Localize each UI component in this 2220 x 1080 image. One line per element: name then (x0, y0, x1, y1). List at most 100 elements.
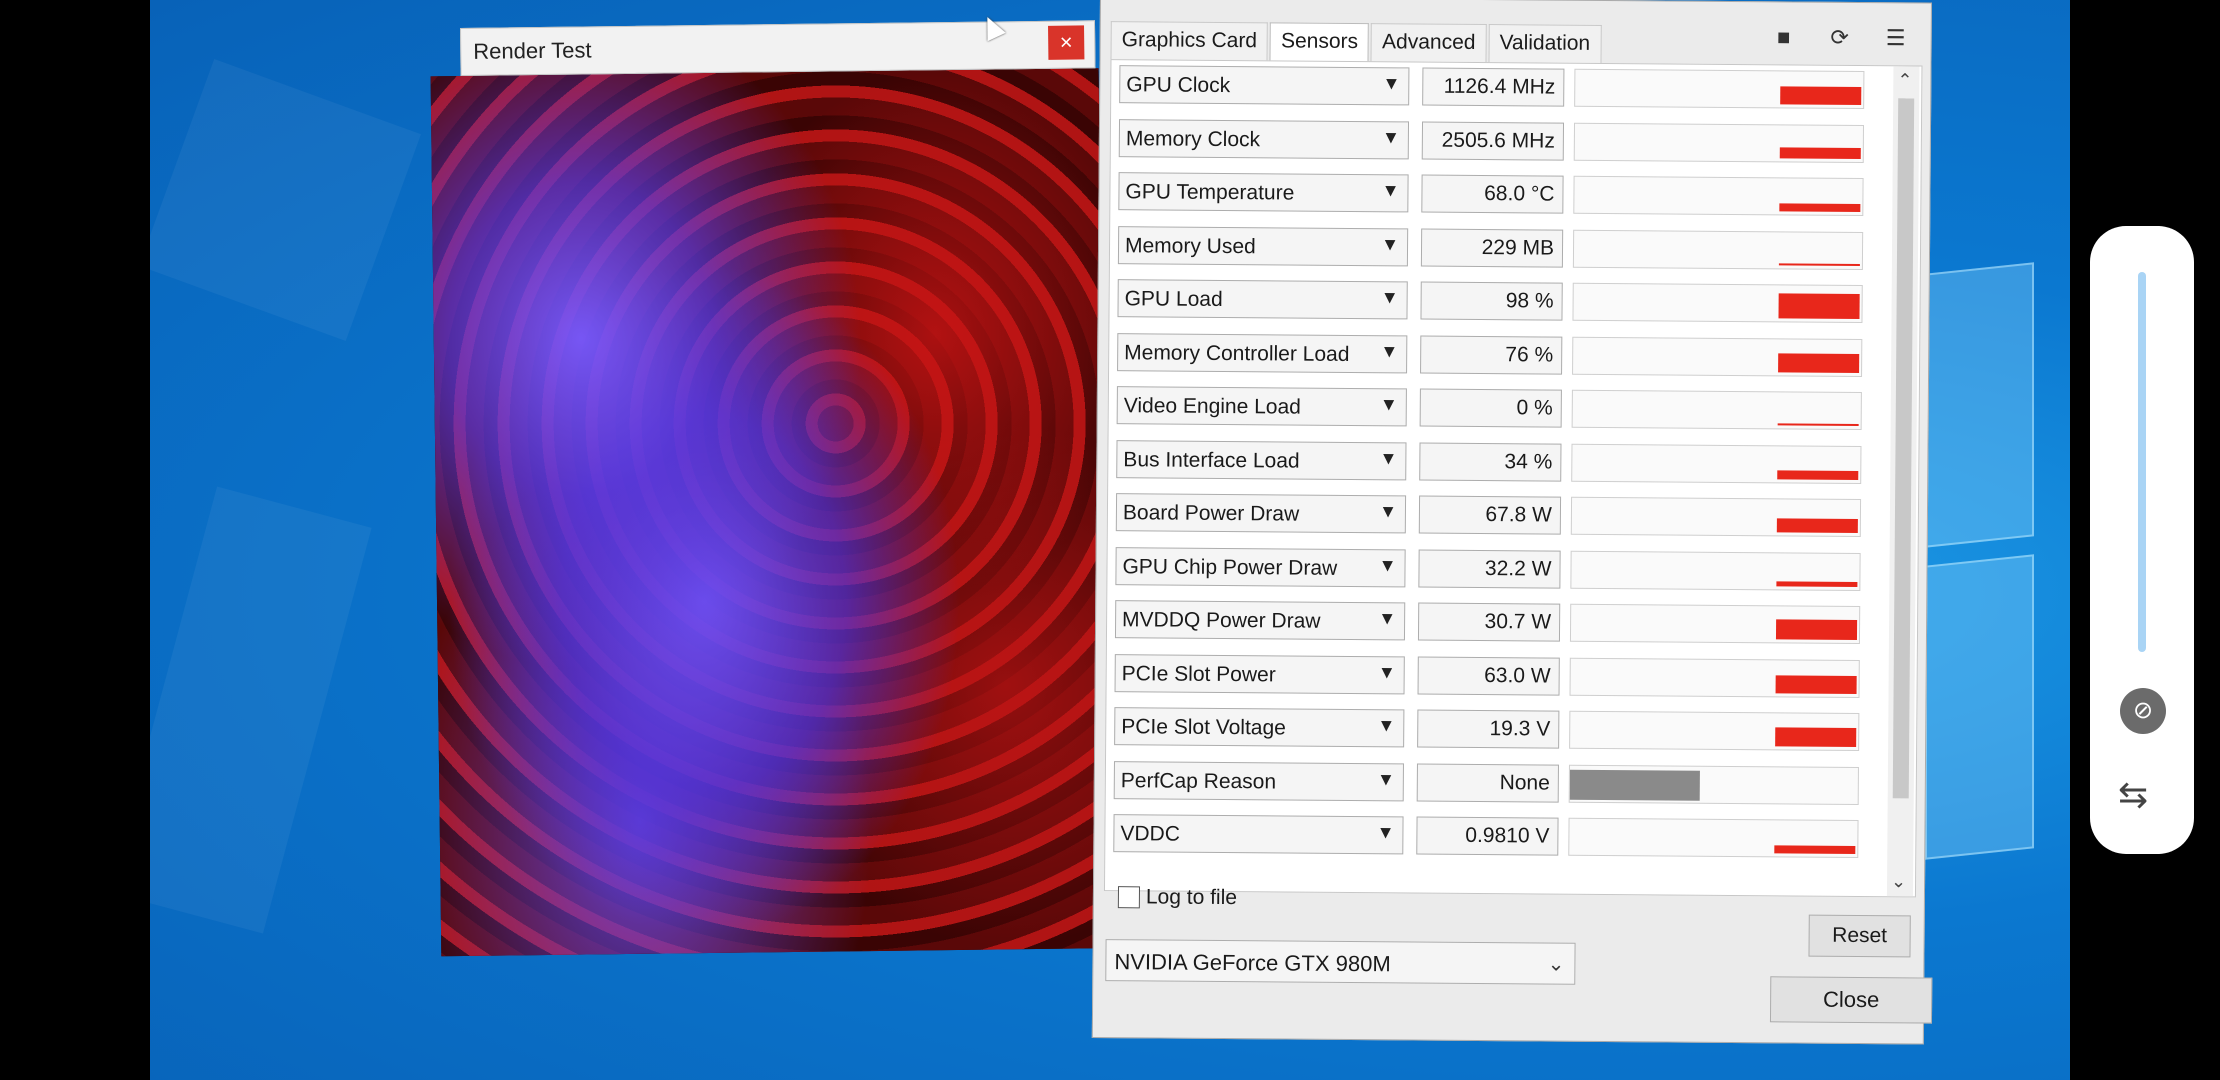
sensor-name: PCIe Slot Power (1121, 661, 1276, 686)
sensor-graph (1574, 68, 1865, 110)
sensor-graph-fill (1569, 769, 1700, 801)
sensor-value: 67.8 W (1418, 495, 1562, 535)
brightness-slider[interactable] (2138, 272, 2146, 652)
scroll-down-icon[interactable]: ⌄ (1891, 871, 1906, 892)
chevron-down-icon: ▼ (1376, 768, 1395, 789)
scroll-up-icon[interactable]: ⌃ (1897, 70, 1912, 91)
sensor-select[interactable]: VDDC ▼ (1113, 814, 1404, 855)
sensor-select[interactable]: GPU Load ▼ (1117, 279, 1408, 320)
sensor-graph-fill (1780, 86, 1862, 105)
sensor-graph (1571, 389, 1862, 430)
refresh-icon[interactable]: ⟳ (1827, 25, 1853, 50)
reset-button[interactable]: Reset (1808, 914, 1911, 958)
sensor-name: Video Engine Load (1123, 394, 1301, 419)
sensor-name: MVDDQ Power Draw (1122, 608, 1321, 633)
sensor-graph-fill (1778, 262, 1860, 266)
chevron-down-icon: ▼ (1376, 822, 1395, 843)
sensor-select[interactable]: GPU Clock ▼ (1119, 65, 1410, 106)
desktop: Render Test × Graphics Card Sensors Adva… (150, 0, 2070, 1080)
side-panel: ⊘ ⇆ (2090, 226, 2194, 854)
sensor-graph (1573, 122, 1865, 163)
sensor-graph-fill (1777, 423, 1859, 426)
sensor-graph (1569, 657, 1860, 698)
sensor-row: Video Engine Load ▼ 0 % (1116, 383, 1862, 433)
sensor-value: 32.2 W (1418, 549, 1561, 589)
log-to-file-row: Log to file (1117, 885, 1238, 910)
sensor-value: None (1416, 763, 1559, 803)
sensor-select[interactable]: MVDDQ Power Draw ▼ (1114, 600, 1406, 641)
sensor-name: GPU Clock (1126, 73, 1231, 98)
close-icon[interactable]: × (1048, 25, 1085, 60)
sensor-row: PCIe Slot Power ▼ 63.0 W (1114, 651, 1860, 701)
sensor-select[interactable]: PCIe Slot Voltage ▼ (1114, 707, 1405, 748)
close-button[interactable]: Close (1769, 976, 1933, 1024)
tab-validation[interactable]: Validation (1488, 24, 1602, 64)
chevron-down-icon: ▼ (1379, 447, 1398, 468)
chevron-down-icon: ▼ (1377, 715, 1396, 736)
sensor-select[interactable]: PCIe Slot Power ▼ (1114, 653, 1405, 694)
sensor-graph-fill (1774, 845, 1856, 854)
log-to-file-label: Log to file (1145, 885, 1238, 910)
gpu-select[interactable]: NVIDIA GeForce GTX 980M ⌄ (1105, 939, 1576, 985)
log-to-file-checkbox[interactable] (1117, 886, 1141, 909)
tab-graphics-card[interactable]: Graphics Card (1110, 21, 1269, 62)
tab-sensors[interactable]: Sensors (1269, 22, 1370, 63)
sensor-select[interactable]: Memory Clock ▼ (1118, 118, 1410, 159)
scrollbar[interactable]: ⌃ ⌄ (1886, 66, 1920, 897)
sensor-name: GPU Chip Power Draw (1122, 554, 1338, 580)
sensor-graph (1570, 550, 1861, 591)
sensor-row: Memory Clock ▼ 2505.6 MHz (1118, 116, 1865, 166)
hide-icon[interactable]: ⊘ (2120, 688, 2166, 734)
render-canvas (430, 68, 1110, 957)
chevron-down-icon: ▼ (1380, 287, 1399, 308)
sensor-value: 19.3 V (1417, 709, 1560, 749)
sensor-select[interactable]: Memory Controller Load ▼ (1117, 332, 1408, 373)
scroll-thumb[interactable] (1892, 98, 1915, 799)
sensor-select[interactable]: GPU Temperature ▼ (1118, 172, 1409, 213)
sensor-select[interactable]: Board Power Draw ▼ (1115, 493, 1407, 534)
sensor-graph (1568, 764, 1859, 805)
swap-icon[interactable]: ⇆ (2118, 774, 2148, 816)
sensor-graph (1572, 336, 1863, 377)
sensor-row: Bus Interface Load ▼ 34 % (1116, 437, 1862, 487)
sensor-graph (1573, 175, 1864, 217)
sensor-row: Board Power Draw ▼ 67.8 W (1115, 490, 1862, 540)
sensor-name: PerfCap Reason (1120, 768, 1277, 793)
sensor-row: GPU Chip Power Draw ▼ 32.2 W (1115, 544, 1861, 594)
sensor-value: 34 % (1419, 442, 1562, 482)
chevron-down-icon: ▼ (1377, 661, 1396, 682)
camera-icon[interactable]: ■ (1771, 24, 1797, 49)
sensor-graph (1568, 817, 1859, 858)
windows-logo-pane (1925, 262, 2034, 548)
sensor-value: 0 % (1419, 388, 1562, 428)
sensor-select[interactable]: GPU Chip Power Draw ▼ (1115, 546, 1406, 587)
sensor-row: GPU Temperature ▼ 68.0 °C (1118, 169, 1864, 219)
sensor-select[interactable]: Bus Interface Load ▼ (1116, 439, 1407, 480)
sensor-select[interactable]: Video Engine Load ▼ (1116, 386, 1407, 427)
sensor-graph-fill (1776, 518, 1858, 533)
render-test-window: Render Test × (430, 20, 1110, 958)
tab-bar: Graphics Card Sensors Advanced Validatio… (1110, 21, 1604, 64)
sensor-name: Bus Interface Load (1123, 447, 1300, 473)
sensor-graph (1572, 282, 1863, 323)
sensor-graph-fill (1778, 352, 1860, 373)
toolbar: ■ ⟳ ☰ (1771, 24, 1909, 50)
sensor-row: VDDC ▼ 0.9810 V (1113, 811, 1859, 861)
sensor-select[interactable]: Memory Used ▼ (1117, 225, 1409, 266)
sensor-name: VDDC (1120, 822, 1181, 846)
tab-advanced[interactable]: Advanced (1370, 23, 1487, 64)
wallpaper-decoration (150, 59, 421, 341)
chevron-down-icon: ▼ (1379, 394, 1398, 415)
sensor-name: Board Power Draw (1122, 501, 1300, 526)
sensor-value: 0.9810 V (1416, 816, 1559, 856)
sensor-value: 76 % (1420, 335, 1563, 375)
sensor-graph (1569, 710, 1860, 751)
sensor-value: 1126.4 MHz (1422, 67, 1565, 107)
menu-icon[interactable]: ☰ (1883, 25, 1909, 50)
sensor-row: PCIe Slot Voltage ▼ 19.3 V (1114, 704, 1860, 754)
sensor-select[interactable]: PerfCap Reason ▼ (1113, 760, 1404, 801)
sensor-name: Memory Clock (1125, 126, 1261, 151)
sensor-graph-fill (1775, 674, 1857, 694)
sensor-row: GPU Clock ▼ 1126.4 MHz (1119, 62, 1865, 112)
chevron-down-icon: ⌄ (1547, 953, 1565, 976)
